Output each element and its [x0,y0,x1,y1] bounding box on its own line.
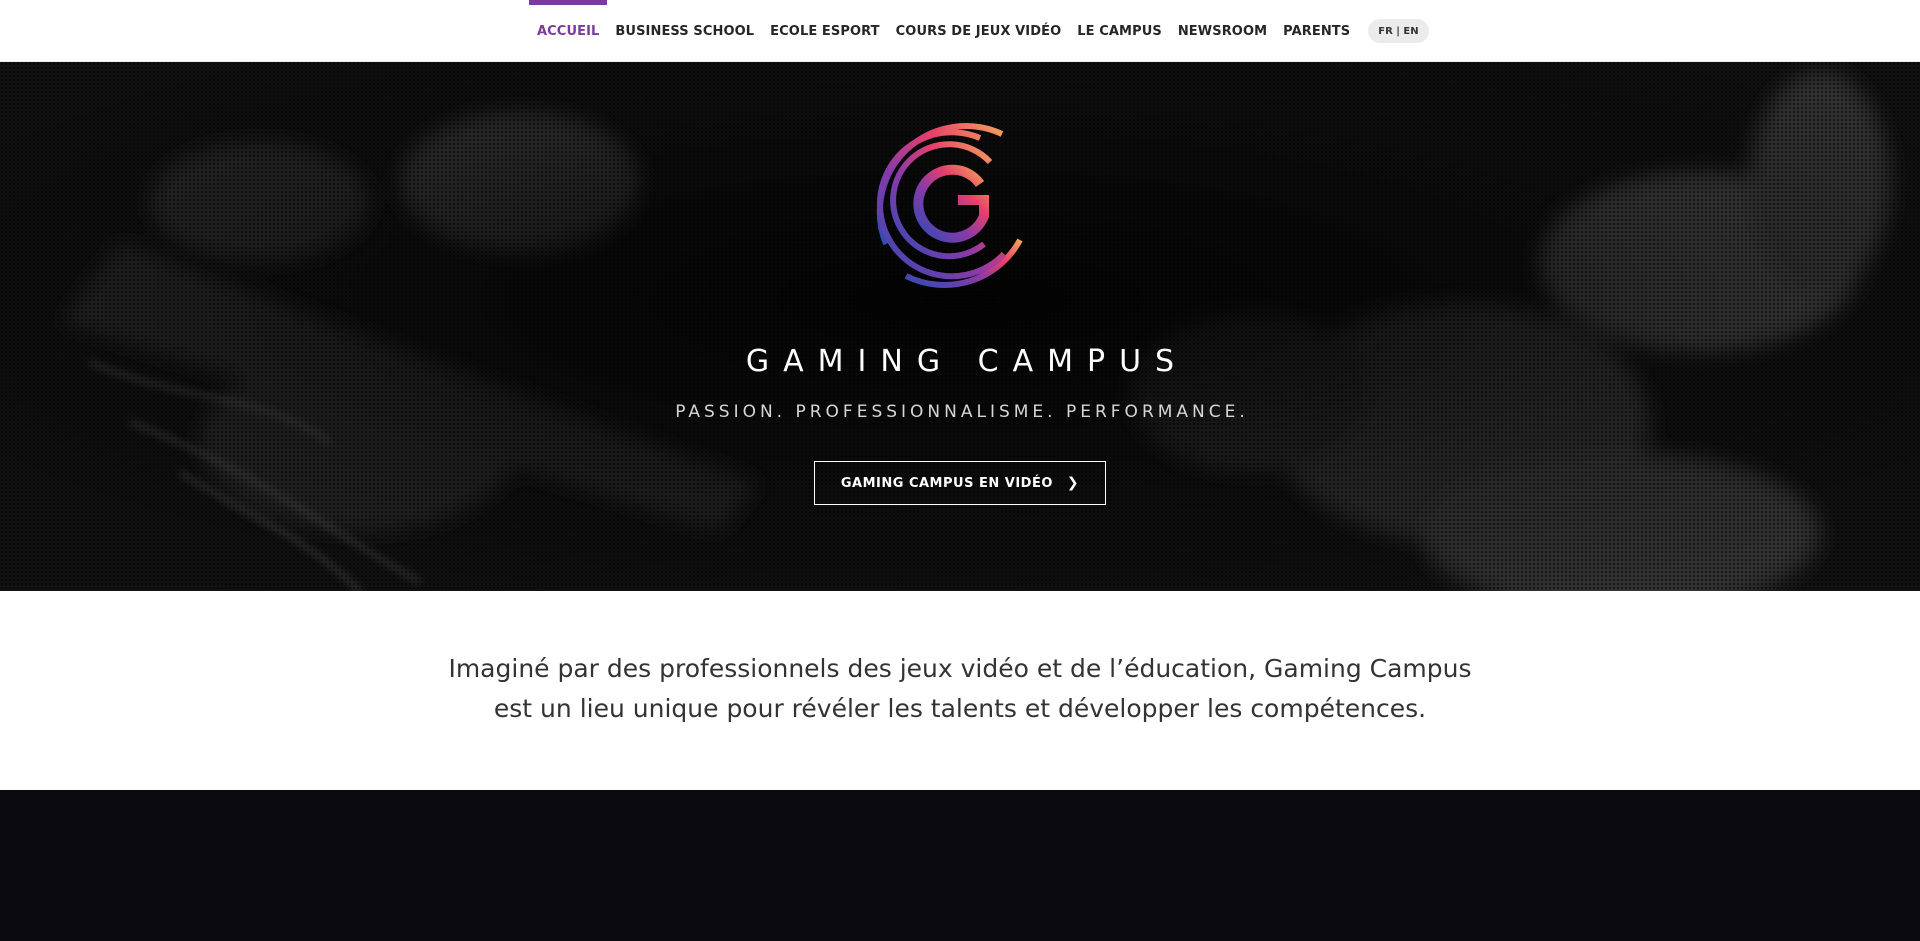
intro-line-2: est un lieu unique pour révéler les tale… [493,694,1427,723]
intro-section: Imaginé par des professionnels des jeux … [0,591,1920,790]
nav-item-label: LE CAMPUS [1077,23,1162,39]
nav-item-cours-de-jeux-video[interactable]: COURS DE JEUX VIDÉO [888,0,1070,62]
watch-video-button-label: GAMING CAMPUS EN VIDÉO [840,475,1053,491]
nav-item-newsroom[interactable]: NEWSROOM [1170,0,1275,62]
chevron-right-icon: ❯ [1066,475,1080,491]
nav-item-accueil[interactable]: ACCUEIL [529,0,608,62]
nav-item-ecole-esport[interactable]: ECOLE ESPORT [762,0,887,62]
top-navigation-bar: ACCUEIL BUSINESS SCHOOL ECOLE ESPORT COU… [0,0,1920,62]
nav-item-parents[interactable]: PARENTS [1275,0,1358,62]
nav-item-label: BUSINESS SCHOOL [615,23,755,39]
nav-item-le-campus[interactable]: LE CAMPUS [1069,0,1170,62]
intro-paragraph: Imaginé par des professionnels des jeux … [360,649,1560,729]
nav-item-label: NEWSROOM [1177,23,1268,39]
watch-video-button[interactable]: GAMING CAMPUS EN VIDÉO ❯ [814,461,1106,505]
main-menu: ACCUEIL BUSINESS SCHOOL ECOLE ESPORT COU… [529,0,1429,62]
intro-line-1: Imaginé par des professionnels des jeux … [448,654,1472,683]
hero-banner: GAMING CAMPUS PASSION. PROFESSIONNALISME… [0,62,1920,591]
gaming-campus-g-logo-icon [876,123,1023,288]
nav-item-label: PARENTS [1283,23,1351,39]
hero-title: GAMING CAMPUS [745,344,1189,379]
nav-item-business-school[interactable]: BUSINESS SCHOOL [607,0,762,62]
active-indicator [529,0,608,5]
language-switcher[interactable]: FR | EN [1368,19,1429,43]
nav-item-label: ECOLE ESPORT [770,23,880,39]
dark-content-section [0,790,1920,941]
hero-tagline: PASSION. PROFESSIONNALISME. PERFORMANCE. [675,402,1249,422]
nav-item-label: COURS DE JEUX VIDÉO [895,23,1062,39]
nav-item-label: ACCUEIL [537,23,600,39]
